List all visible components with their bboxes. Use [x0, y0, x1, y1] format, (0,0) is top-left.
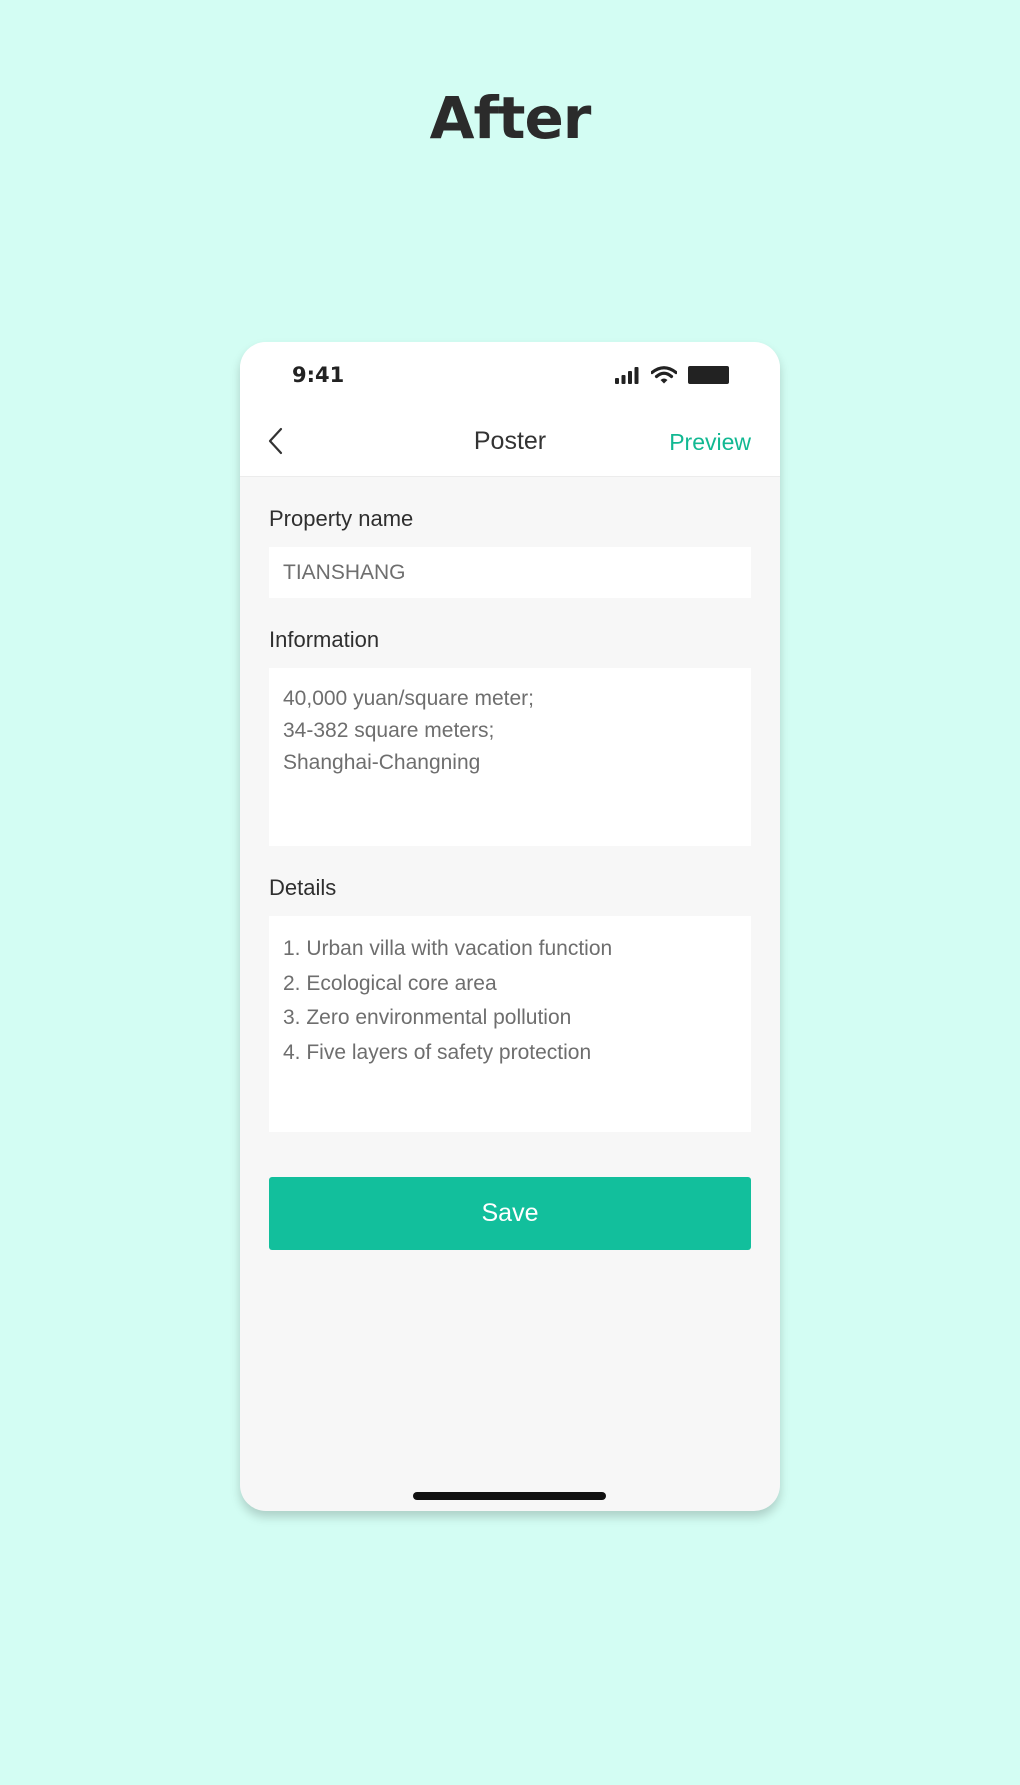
details-label: Details — [269, 875, 337, 900]
information-line: 34-382 square meters; — [283, 719, 495, 742]
property-name-input[interactable]: TIANSHANG — [269, 547, 751, 598]
details-line: 1. Urban villa with vacation function — [283, 937, 613, 960]
save-button[interactable]: Save — [269, 1177, 751, 1250]
information-line: Shanghai-Changning — [283, 751, 481, 774]
wifi-icon — [651, 366, 677, 384]
home-indicator — [413, 1492, 606, 1500]
information-label: Information — [269, 627, 380, 652]
page-heading: After — [429, 84, 592, 152]
information-textarea[interactable]: 40,000 yuan/square meter; 34-382 square … — [269, 668, 751, 846]
preview-button[interactable]: Preview — [669, 428, 751, 456]
information-line: 40,000 yuan/square meter; — [283, 687, 534, 710]
status-time: 9:41 — [292, 363, 345, 387]
property-name-value: TIANSHANG — [283, 561, 406, 584]
details-line: 2. Ecological core area — [283, 971, 497, 995]
cellular-signal-icon — [615, 367, 639, 384]
property-name-label: Property name — [269, 506, 414, 531]
details-line: 3. Zero environmental pollution — [283, 1006, 572, 1029]
header: 9:41 Poster Preview — [240, 342, 780, 477]
details-line: 4. Five layers of safety protection — [283, 1040, 592, 1064]
battery-icon — [688, 366, 729, 384]
phone-frame: 9:41 Poster Preview Property name TIANSH… — [240, 342, 780, 1511]
details-textarea[interactable]: 1. Urban villa with vacation function 2.… — [269, 916, 751, 1132]
